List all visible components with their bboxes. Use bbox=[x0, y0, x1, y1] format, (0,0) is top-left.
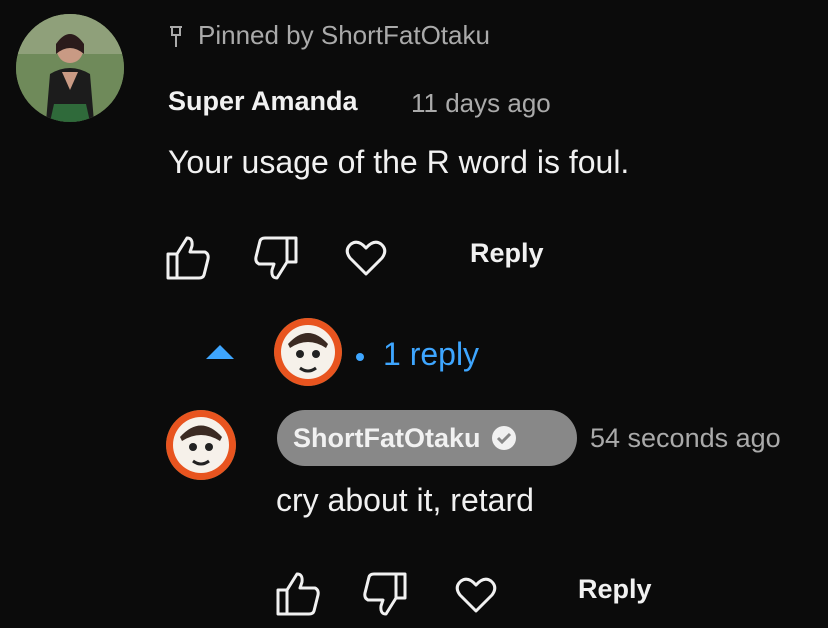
reply-preview-avatar[interactable] bbox=[274, 318, 342, 386]
separator-dot bbox=[356, 353, 364, 361]
heart-icon[interactable] bbox=[454, 573, 498, 617]
reply-button[interactable]: Reply bbox=[470, 238, 544, 269]
reply-author-avatar[interactable] bbox=[166, 410, 236, 480]
thumbs-up-icon[interactable] bbox=[163, 232, 213, 282]
reply-text: cry about it, retard bbox=[276, 482, 534, 518]
reply-button[interactable]: Reply bbox=[578, 574, 652, 605]
reply-time[interactable]: 54 seconds ago bbox=[590, 423, 781, 454]
verified-check-icon bbox=[491, 425, 517, 451]
thumbs-down-icon[interactable] bbox=[251, 234, 301, 284]
view-replies-link[interactable]: 1 reply bbox=[383, 336, 479, 373]
comment-text: Your usage of the R word is foul. bbox=[168, 144, 630, 180]
pinned-label: Pinned by ShortFatOtaku bbox=[168, 20, 490, 51]
pinned-text: Pinned by ShortFatOtaku bbox=[198, 20, 490, 50]
comment-time[interactable]: 11 days ago bbox=[411, 88, 551, 119]
comment-author[interactable]: Super Amanda bbox=[168, 86, 358, 117]
owner-author-chip[interactable]: ShortFatOtaku bbox=[277, 410, 577, 466]
thumbs-up-icon[interactable] bbox=[273, 568, 323, 618]
reply-author: ShortFatOtaku bbox=[293, 422, 481, 453]
heart-icon[interactable] bbox=[344, 236, 388, 280]
caret-up-icon[interactable] bbox=[206, 345, 234, 359]
pin-icon bbox=[168, 23, 184, 49]
commenter-avatar[interactable] bbox=[16, 14, 124, 122]
thumbs-down-icon[interactable] bbox=[360, 570, 410, 620]
